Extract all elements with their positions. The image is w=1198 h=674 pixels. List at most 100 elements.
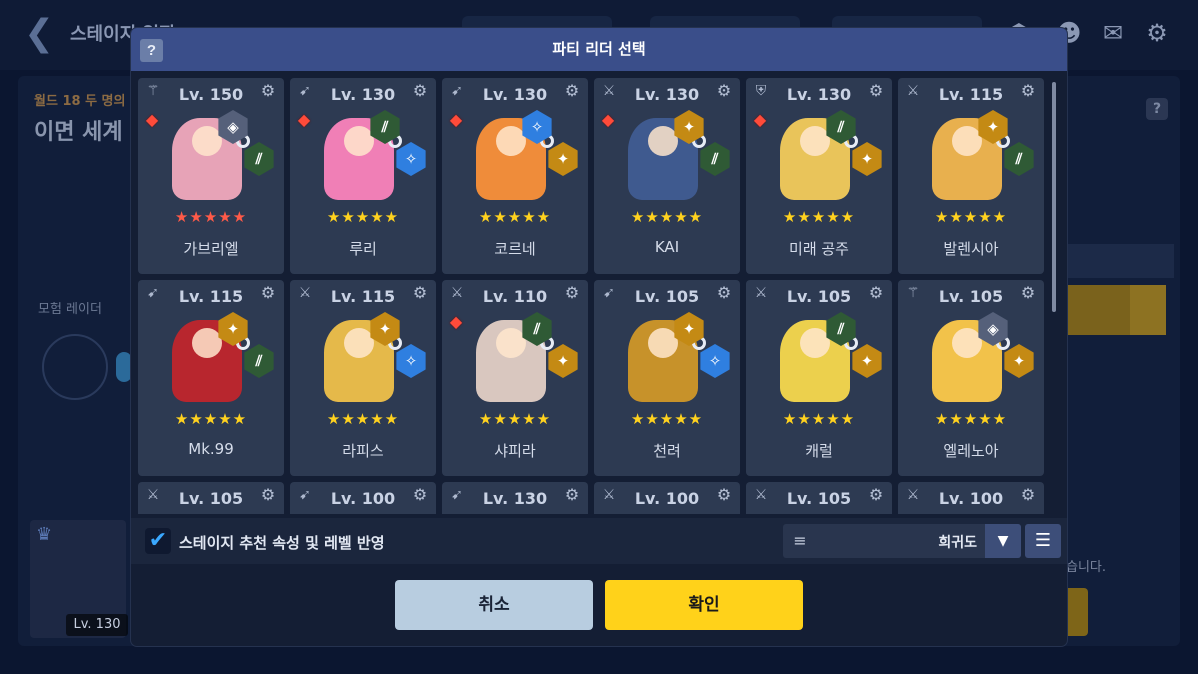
filter-sliders-icon[interactable]: ☰ xyxy=(1025,524,1061,558)
grid-scrollbar[interactable] xyxy=(1052,82,1056,312)
hero-card[interactable]: ⚔ Lv. 100 ⚙ xyxy=(594,482,740,514)
recommend-checkbox-label[interactable]: 스테이지 추천 속성 및 레벨 반영 xyxy=(179,532,385,553)
hero-gear-icon[interactable]: ⚙ xyxy=(1018,81,1038,101)
hero-gear-icon[interactable]: ⚙ xyxy=(562,485,582,505)
sort-value: 희귀도 xyxy=(938,535,977,551)
hero-gear-icon[interactable]: ⚙ xyxy=(866,485,886,505)
hero-gear-icon[interactable]: ⚙ xyxy=(562,283,582,303)
hero-stars: ★★★★★ xyxy=(326,410,400,428)
modal-title: 파티 리더 선택 xyxy=(552,40,646,58)
radar-label: 모험 레이더 xyxy=(38,302,102,317)
hero-name: 발렌시아 xyxy=(943,240,999,258)
hero-gear-icon[interactable]: ⚙ xyxy=(410,81,430,101)
back-arrow-icon[interactable]: ❮ xyxy=(24,14,60,54)
chain-gold-icon: ✦ xyxy=(852,344,882,378)
chain-blue-icon: ✧ xyxy=(396,142,426,176)
filter-row: ✔ 스테이지 추천 속성 및 레벨 반영 ≡ 희귀도 ▼ ☰ xyxy=(131,518,1067,564)
hero-stars: ★★★★★ xyxy=(478,208,552,226)
hero-card[interactable]: ⚔ Lv. 105 ⚙ xyxy=(138,482,284,514)
hero-name: 루리 xyxy=(349,240,377,258)
chain-gold-icon: ✦ xyxy=(548,344,578,378)
hero-name: 코르네 xyxy=(494,240,536,258)
hero-gear-icon[interactable]: ⚙ xyxy=(714,81,734,101)
settings-gear-icon[interactable]: ⚙ xyxy=(1142,18,1172,48)
hero-stars: ★★★★★ xyxy=(326,208,400,226)
hero-gear-icon[interactable]: ⚙ xyxy=(258,485,278,505)
hero-name: KAI xyxy=(654,238,680,256)
sort-dropdown[interactable]: ≡ 희귀도 ▼ xyxy=(783,524,1021,558)
right-note: 습니다. xyxy=(1066,560,1107,575)
hero-name: 미래 공주 xyxy=(789,240,849,258)
hero-grid-viewport[interactable]: ⚚ Lv. 150 ⚙ ◆ ◈ ⫽ ★★★★★ 가브리엘 ➹ Lv. 130 ⚙ ◆ ⫽ ✧ ★★★★★ 루리… xyxy=(138,78,1054,514)
help-icon[interactable]: ? xyxy=(1146,98,1168,120)
hero-gear-icon[interactable]: ⚙ xyxy=(562,81,582,101)
help-button[interactable]: ? xyxy=(140,39,163,62)
hero-name: 샤피라 xyxy=(494,442,536,460)
hero-stars: ★★★★★ xyxy=(934,410,1008,428)
chain-green-icon: ⫽ xyxy=(700,142,730,176)
hero-card[interactable]: ➹ Lv. 130 ⚙ ◆ ✧ ✦ ★★★★★ 코르네 xyxy=(442,78,588,274)
right-panel-bar xyxy=(1066,244,1174,278)
hero-card[interactable]: ➹ Lv. 115 ⚙ ✦ ⫽ ★★★★★ Mk.99 xyxy=(138,280,284,476)
hero-name: Mk.99 xyxy=(188,440,234,458)
avatar-level: Lv. 130 xyxy=(66,614,128,636)
chain-green-icon: ⫽ xyxy=(244,344,274,378)
chain-gold-icon: ✦ xyxy=(548,142,578,176)
element-badge-icon: ◆ xyxy=(753,110,767,129)
radar-indicator xyxy=(116,352,132,382)
hero-card[interactable]: ⚔ Lv. 115 ⚙ ✦ ✧ ★★★★★ 라피스 xyxy=(290,280,436,476)
hero-card[interactable]: ⚔ Lv. 105 ⚙ xyxy=(746,482,892,514)
hero-gear-icon[interactable]: ⚙ xyxy=(258,81,278,101)
hero-gear-icon[interactable]: ⚙ xyxy=(866,81,886,101)
hero-gear-icon[interactable]: ⚙ xyxy=(1018,283,1038,303)
hero-name: 가브리엘 xyxy=(183,240,239,258)
hero-name: 엘레노아 xyxy=(943,442,999,460)
element-badge-icon: ◆ xyxy=(145,110,159,129)
world-subtitle: 월드 18 두 명의 xyxy=(34,94,126,109)
hero-card[interactable]: ⚔ Lv. 100 ⚙ xyxy=(898,482,1044,514)
hero-gear-icon[interactable]: ⚙ xyxy=(258,283,278,303)
hero-card[interactable]: ⛨ Lv. 130 ⚙ ◆ ⫽ ✦ ★★★★★ 미래 공주 xyxy=(746,78,892,274)
list-icon: ≡ xyxy=(793,531,807,550)
hero-card[interactable]: ⚔ Lv. 105 ⚙ ⫽ ✦ ★★★★★ 캐럴 xyxy=(746,280,892,476)
hero-card[interactable]: ⚚ Lv. 150 ⚙ ◆ ◈ ⫽ ★★★★★ 가브리엘 xyxy=(138,78,284,274)
radar-circle xyxy=(42,334,108,400)
hero-card[interactable]: ➹ Lv. 100 ⚙ xyxy=(290,482,436,514)
chevron-down-icon[interactable]: ▼ xyxy=(985,524,1021,558)
hero-card[interactable]: ➹ Lv. 130 ⚙ xyxy=(442,482,588,514)
hero-gear-icon[interactable]: ⚙ xyxy=(410,283,430,303)
cancel-button[interactable]: 취소 xyxy=(395,580,593,630)
chain-blue-icon: ✧ xyxy=(396,344,426,378)
bookmark-icon[interactable] xyxy=(1130,285,1166,335)
stage-name: 이면 세계 xyxy=(34,120,123,145)
hero-stars: ★★★★★ xyxy=(934,208,1008,226)
chain-green-icon: ⫽ xyxy=(1004,142,1034,176)
element-badge-icon: ◆ xyxy=(449,312,463,331)
hero-card[interactable]: ⚔ Lv. 115 ⚙ ✦ ⫽ ★★★★★ 발렌시아 xyxy=(898,78,1044,274)
recommend-checkbox[interactable]: ✔ xyxy=(145,528,171,554)
confirm-button[interactable]: 확인 xyxy=(605,580,803,630)
hero-gear-icon[interactable]: ⚙ xyxy=(410,485,430,505)
hero-gear-icon[interactable]: ⚙ xyxy=(714,283,734,303)
hero-gear-icon[interactable]: ⚙ xyxy=(714,485,734,505)
element-badge-icon: ◆ xyxy=(449,110,463,129)
mail-icon[interactable]: ✉ xyxy=(1098,18,1128,48)
hero-card[interactable]: ➹ Lv. 130 ⚙ ◆ ⫽ ✧ ★★★★★ 루리 xyxy=(290,78,436,274)
hero-stars: ★★★★★ xyxy=(174,208,248,226)
hero-card[interactable]: ⚔ Lv. 130 ⚙ ◆ ✦ ⫽ ★★★★★ KAI xyxy=(594,78,740,274)
hero-stars: ★★★★★ xyxy=(782,410,856,428)
hero-stars: ★★★★★ xyxy=(630,410,704,428)
hero-grid: ⚚ Lv. 150 ⚙ ◆ ◈ ⫽ ★★★★★ 가브리엘 ➹ Lv. 130 ⚙ ◆ ⫽ ✧ ★★★★★ 루리… xyxy=(138,78,1044,514)
start-button-edge[interactable] xyxy=(1066,588,1088,636)
hero-stars: ★★★★★ xyxy=(630,208,704,226)
crown-icon: ♛ xyxy=(36,524,53,545)
hero-card[interactable]: ⚚ Lv. 105 ⚙ ◈ ✦ ★★★★★ 엘레노아 xyxy=(898,280,1044,476)
hero-name: 라피스 xyxy=(342,442,384,460)
hero-gear-icon[interactable]: ⚙ xyxy=(1018,485,1038,505)
hero-gear-icon[interactable]: ⚙ xyxy=(866,283,886,303)
hero-card[interactable]: ➹ Lv. 105 ⚙ ✦ ✧ ★★★★★ 천려 xyxy=(594,280,740,476)
element-badge-icon: ◆ xyxy=(297,110,311,129)
hero-stars: ★★★★★ xyxy=(782,208,856,226)
hero-card[interactable]: ⚔ Lv. 110 ⚙ ◆ ⫽ ✦ ★★★★★ 샤피라 xyxy=(442,280,588,476)
hero-stars: ★★★★★ xyxy=(478,410,552,428)
